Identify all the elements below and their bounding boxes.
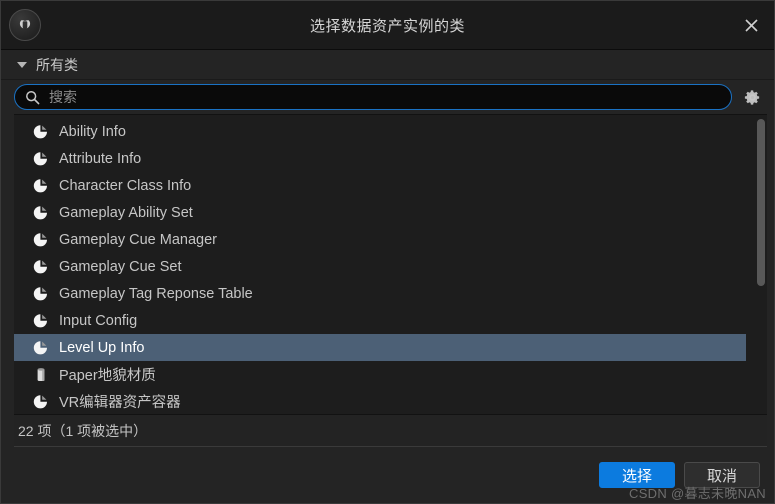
list-item-label: Attribute Info <box>59 150 142 167</box>
data-asset-icon <box>31 230 50 249</box>
class-list: Ability Info Attribute Info Character Clas… <box>14 115 767 414</box>
cancel-button[interactable]: 取消 <box>684 462 760 488</box>
list-item[interactable]: Character Class Info <box>14 172 767 199</box>
list-item[interactable]: VR编辑器资产容器 <box>14 388 767 414</box>
data-asset-icon <box>31 257 50 276</box>
data-asset-icon <box>31 203 50 222</box>
list-item-label: Character Class Info <box>59 177 192 194</box>
list-item[interactable]: Ability Info <box>14 118 767 145</box>
list-item[interactable]: Gameplay Ability Set <box>14 199 767 226</box>
paper-terrain-material-icon <box>31 365 50 384</box>
vertical-scrollbar[interactable] <box>754 115 767 414</box>
data-asset-icon <box>31 149 50 168</box>
list-item[interactable]: Level Up Info <box>14 334 746 361</box>
select-data-asset-class-dialog: 选择数据资产实例的类 所有类 搜索 Ability Info Attribute… <box>0 0 775 504</box>
search-row <box>1 80 774 114</box>
data-asset-icon <box>31 311 50 330</box>
list-item[interactable]: Gameplay Cue Set <box>14 253 767 280</box>
data-asset-icon <box>31 284 50 303</box>
search-box[interactable] <box>14 84 732 110</box>
list-item-label: Gameplay Ability Set <box>59 204 193 221</box>
data-asset-icon <box>31 176 50 195</box>
list-item[interactable]: Input Config <box>14 307 767 334</box>
section-label: 所有类 <box>36 56 78 73</box>
unreal-engine-logo-icon <box>9 9 41 41</box>
scrollbar-thumb[interactable] <box>757 119 765 286</box>
list-item-label: VR编辑器资产容器 <box>59 395 181 411</box>
search-icon <box>25 90 40 105</box>
title-bar: 选择数据资产实例的类 <box>1 1 774 50</box>
dialog-footer: 选择 取消 CSDN @暮志未晚NAN <box>1 447 774 503</box>
data-asset-icon <box>31 338 50 357</box>
window-title: 选择数据资产实例的类 <box>309 17 465 35</box>
list-item[interactable]: Attribute Info <box>14 145 767 172</box>
data-asset-icon <box>31 392 50 411</box>
select-button[interactable]: 选择 <box>599 462 675 488</box>
search-input[interactable] <box>49 89 721 105</box>
item-count-status: 22 项（1 项被选中） <box>18 422 148 439</box>
list-item[interactable]: Gameplay Cue Manager <box>14 226 767 253</box>
list-item-label: Gameplay Cue Manager <box>59 231 217 248</box>
list-item-label: Input Config <box>59 312 138 329</box>
status-bar: 22 项（1 项被选中） <box>14 414 767 447</box>
list-item[interactable]: Paper地貌材质 <box>14 361 767 388</box>
list-item-label: Ability Info <box>59 123 126 140</box>
class-list-container: Ability Info Attribute Info Character Clas… <box>14 114 767 414</box>
chevron-down-icon <box>17 61 27 68</box>
data-asset-icon <box>31 122 50 141</box>
close-icon[interactable] <box>734 8 768 42</box>
list-item-label: Gameplay Tag Reponse Table <box>59 285 253 302</box>
list-item-label: Gameplay Cue Set <box>59 258 182 275</box>
gear-icon[interactable] <box>738 83 766 111</box>
list-item-label: Paper地貌材质 <box>59 368 156 384</box>
list-item[interactable]: Gameplay Tag Reponse Table <box>14 280 767 307</box>
all-classes-section-header[interactable]: 所有类 <box>1 50 774 80</box>
list-item-label: Level Up Info <box>59 339 145 356</box>
